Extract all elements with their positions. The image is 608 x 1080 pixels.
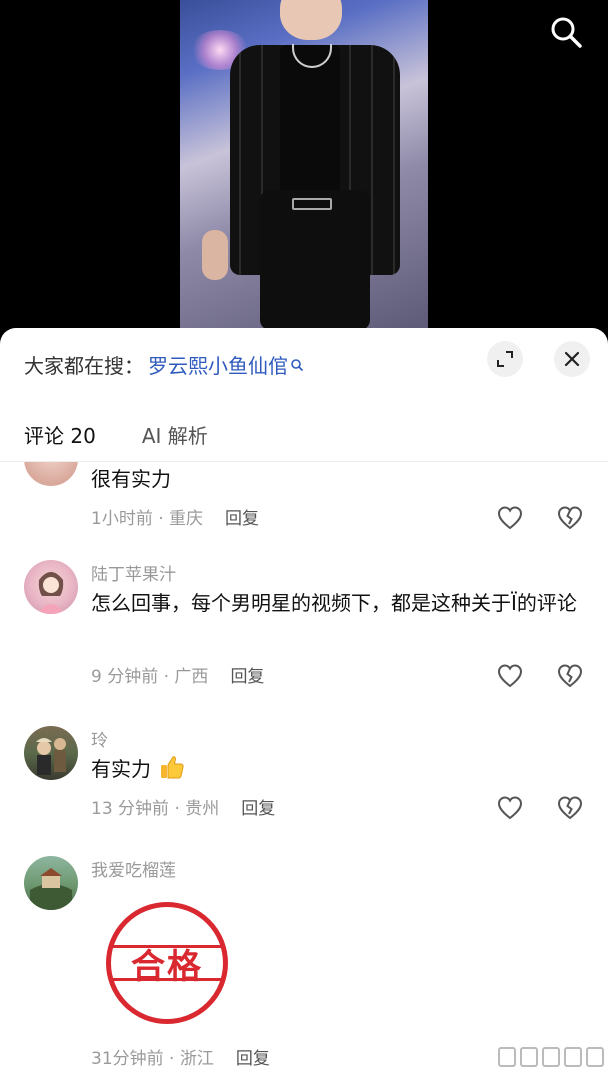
- reply-button[interactable]: 回复: [225, 504, 259, 529]
- video-thumbnail: [180, 0, 428, 330]
- comment-sheet: 大家都在搜： 罗云熙小鱼仙倌 评论 20 AI 解析 很有实力 1小时前 · 重…: [0, 328, 608, 1080]
- comment-item: 陆丁苹果汁 怎么回事，每个男明星的视频下，都是这种关于Ï的评论 9 分钟前 · …: [0, 554, 608, 724]
- comment-username[interactable]: 我爱吃榴莲: [91, 856, 176, 881]
- close-button[interactable]: [554, 341, 590, 377]
- avatar[interactable]: [24, 462, 78, 486]
- tab-bar: 评论 20 AI 解析: [24, 420, 208, 449]
- comment-username[interactable]: 玲: [91, 726, 108, 751]
- comment-text: 怎么回事，每个男明星的视频下，都是这种关于Ï的评论: [91, 591, 577, 615]
- video-player[interactable]: [0, 0, 608, 330]
- qualified-stamp-image[interactable]: 合格: [106, 902, 228, 1024]
- comment-time-location: 1小时前 · 重庆: [91, 509, 204, 529]
- comment-text-row: 有实力: [91, 752, 571, 786]
- comment-item: 玲 有实力 13 分钟前 · 贵州 回复: [0, 720, 608, 850]
- comment-item: 很有实力 1小时前 · 重庆 回复: [0, 462, 608, 542]
- search-mini-icon: [291, 358, 304, 371]
- comment-time-location: 9 分钟前 · 广西: [91, 667, 209, 687]
- comment-meta: 9 分钟前 · 广西 回复: [91, 662, 264, 687]
- figure-hand: [202, 230, 228, 280]
- tab-ai-analysis[interactable]: AI 解析: [142, 420, 208, 449]
- comment-time-location: 31分钟前 · 浙江: [91, 1049, 214, 1069]
- heart-icon[interactable]: [496, 504, 524, 532]
- reply-button[interactable]: 回复: [230, 662, 264, 687]
- comment-item: 我爱吃榴莲 合格 31分钟前 · 浙江 回复: [0, 850, 608, 1080]
- expand-button[interactable]: [487, 341, 523, 377]
- hot-search-bar[interactable]: 大家都在搜： 罗云熙小鱼仙倌: [24, 350, 304, 379]
- comment-username[interactable]: 陆丁苹果汁: [91, 560, 176, 585]
- comment-text: 有实力: [91, 757, 151, 781]
- stamp-text: 合格: [131, 946, 203, 987]
- comment-time-location: 13 分钟前 · 贵州: [91, 799, 220, 819]
- avatar[interactable]: [24, 560, 78, 614]
- hot-search-query[interactable]: 罗云熙小鱼仙倌: [148, 350, 288, 379]
- close-icon: [564, 351, 580, 367]
- broken-heart-icon[interactable]: [556, 662, 584, 690]
- avatar[interactable]: [24, 726, 78, 780]
- avatar[interactable]: [24, 856, 78, 910]
- watermark-icon: [498, 1047, 604, 1067]
- reply-button[interactable]: 回复: [241, 794, 275, 819]
- figure-belt: [292, 198, 332, 210]
- reply-button[interactable]: 回复: [236, 1044, 270, 1069]
- heart-icon[interactable]: [496, 794, 524, 822]
- broken-heart-icon[interactable]: [556, 794, 584, 822]
- broken-heart-icon[interactable]: [556, 504, 584, 532]
- expand-icon: [497, 351, 513, 367]
- hot-search-prefix: 大家都在搜：: [24, 354, 144, 378]
- comment-meta: 1小时前 · 重庆 回复: [91, 504, 259, 529]
- heart-icon[interactable]: [496, 662, 524, 690]
- comment-text: 很有实力: [91, 467, 171, 491]
- figure-head: [280, 0, 342, 40]
- figure-legs: [260, 190, 370, 330]
- comment-meta: 31分钟前 · 浙江 回复: [91, 1044, 270, 1069]
- search-icon[interactable]: [548, 14, 584, 50]
- comment-list[interactable]: 很有实力 1小时前 · 重庆 回复 陆丁苹果汁 怎么回事，每个男明星的视频下，都…: [0, 462, 608, 1080]
- tab-comments[interactable]: 评论 20: [24, 420, 96, 449]
- comment-meta: 13 分钟前 · 贵州 回复: [91, 794, 275, 819]
- thumbs-up-emoji-icon: [161, 756, 184, 779]
